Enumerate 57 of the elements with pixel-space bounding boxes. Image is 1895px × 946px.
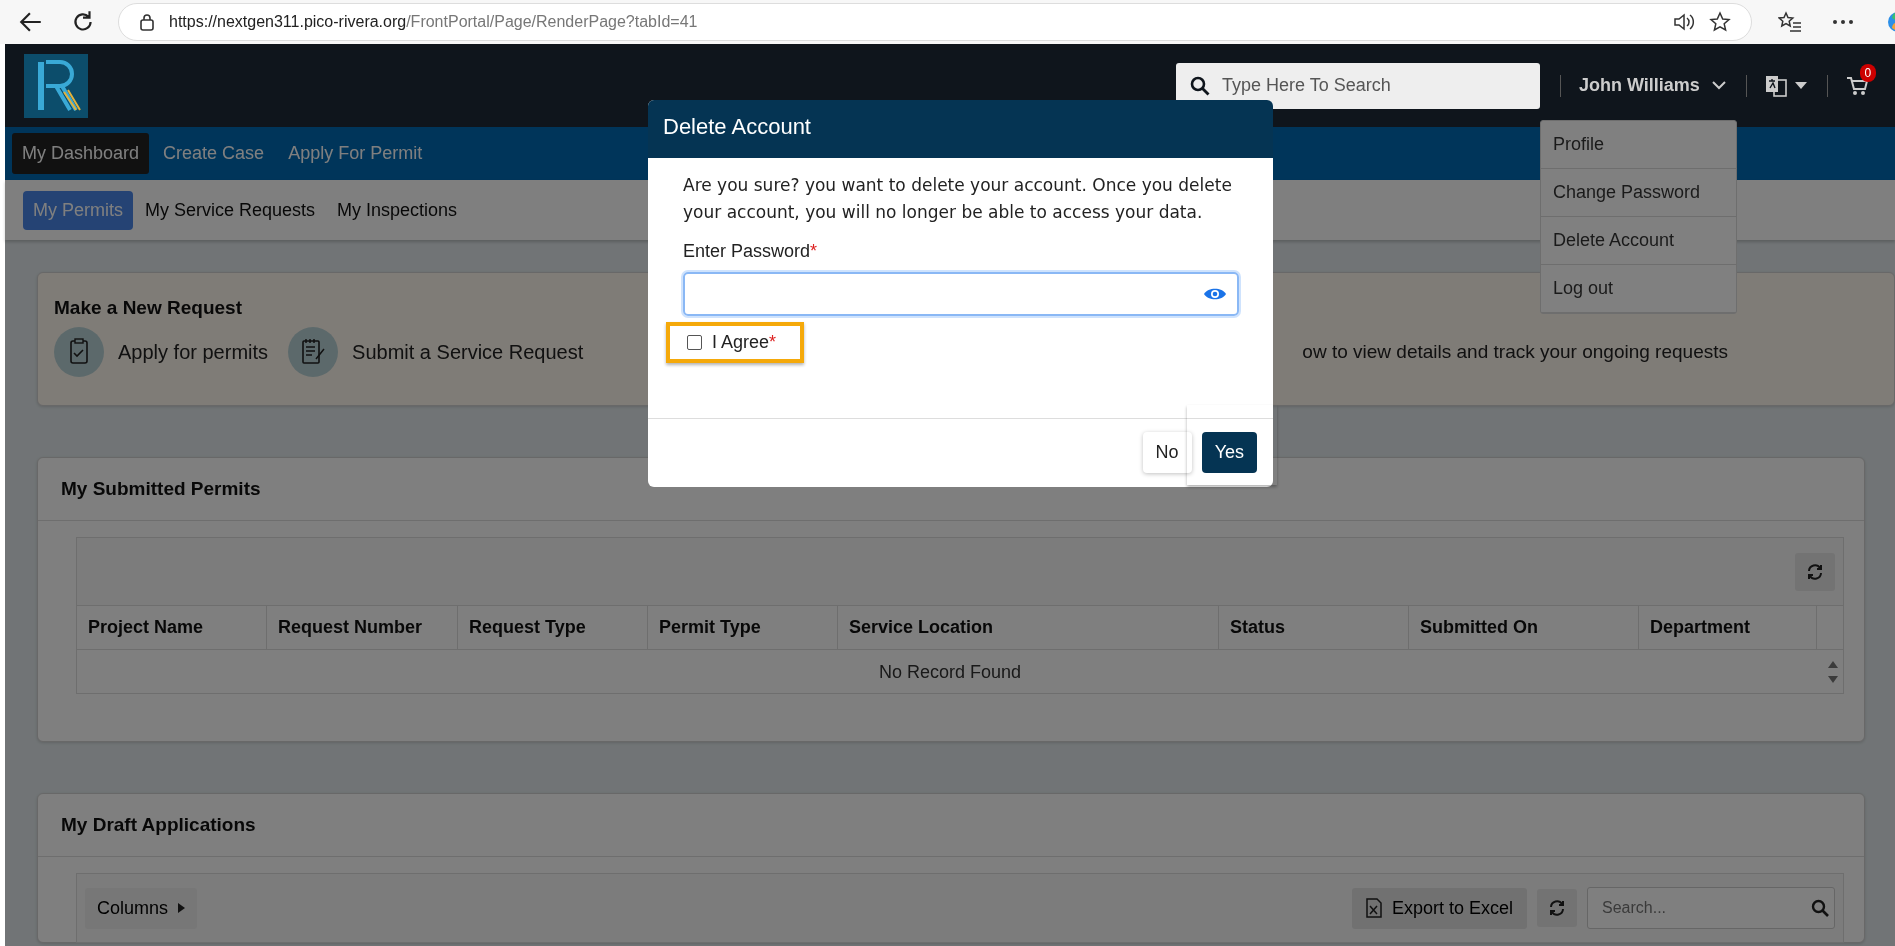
scroll-down-icon[interactable] (1828, 675, 1838, 683)
hint-text: ow to view details and track your ongoing requests (1302, 341, 1728, 363)
menu-item[interactable]: Profile (1541, 121, 1736, 169)
search-input[interactable]: Search... (1600, 898, 1811, 918)
refresh-button[interactable] (1795, 552, 1835, 591)
field-label: Enter Password* (683, 241, 819, 262)
spreadsheet-icon (1365, 898, 1382, 918)
nav-tab[interactable]: Create Case (153, 133, 275, 174)
no-button[interactable]: No (1142, 432, 1192, 473)
count-badge: 0 (1859, 63, 1876, 82)
menu-item[interactable]: Delete Account (1541, 217, 1736, 265)
clipboard-icon (54, 327, 104, 377)
caret-right-icon (178, 903, 186, 913)
scroll-up-icon[interactable] (1828, 660, 1838, 668)
translate-icon[interactable] (1764, 74, 1787, 97)
request-link[interactable]: Apply for permits (54, 327, 269, 377)
search-field[interactable]: Type Here To Search (1176, 62, 1540, 109)
card-title: Make a New Request (54, 297, 243, 319)
dialog-message: Are you sure? you want to delete your account. Once you delete your account, you will no longer be able to access your data. (683, 174, 1233, 224)
password-field[interactable] (683, 272, 1239, 316)
refresh-button[interactable] (1537, 889, 1577, 927)
address-bar[interactable]: https://nextgen311.pico-rivera.org/FrontPortal/Page/RenderPage?tabId=41 (118, 3, 1752, 41)
card-title: My Submitted Permits (61, 478, 262, 500)
speaker-icon[interactable] (1673, 12, 1695, 32)
lock-icon (139, 13, 155, 31)
menu-item[interactable]: Change Password (1541, 169, 1736, 217)
notepad-icon (288, 327, 339, 377)
cart-icon[interactable] (1845, 75, 1868, 96)
export-button[interactable]: Export to Excel (1351, 887, 1527, 929)
card-title: My Draft Applications (61, 814, 257, 836)
search-icon (1811, 899, 1829, 917)
search-icon (1190, 75, 1210, 96)
checkbox-label: I Agree* (712, 332, 777, 353)
eye-icon[interactable] (1203, 286, 1227, 302)
search-field[interactable]: Search... (1587, 887, 1835, 929)
nav-tab[interactable]: Apply For Permit (278, 133, 433, 174)
columns-button[interactable]: Columns (85, 887, 198, 929)
sub-tab[interactable]: My Service Requests (135, 190, 326, 230)
favorites-icon[interactable] (1778, 11, 1802, 33)
url-text: https://nextgen311.pico-rivera.org/FrontPortal/Page/RenderPage?tabId=41 (169, 13, 699, 31)
menu-item[interactable]: Log out (1541, 265, 1736, 313)
sub-tab[interactable]: My Inspections (327, 190, 468, 230)
chevron-down-icon (1711, 81, 1726, 90)
more-icon[interactable] (1832, 19, 1854, 25)
search-input[interactable]: Type Here To Search (1220, 74, 1520, 97)
yes-button[interactable]: Yes (1201, 432, 1257, 473)
request-link[interactable]: Submit a Service Request (288, 327, 584, 377)
checkbox[interactable] (687, 335, 702, 350)
caret-down-icon (1794, 82, 1807, 89)
logo-icon[interactable] (24, 53, 88, 118)
star-icon[interactable] (1709, 11, 1731, 33)
nav-tab[interactable]: My Dashboard (12, 133, 150, 174)
user-menu-button[interactable]: John Williams (1579, 75, 1726, 96)
dialog-title: Delete Account (648, 100, 1273, 158)
refresh-icon (1549, 900, 1565, 916)
refresh-icon (1807, 563, 1823, 580)
empty-message: No Record Found (877, 661, 1023, 684)
